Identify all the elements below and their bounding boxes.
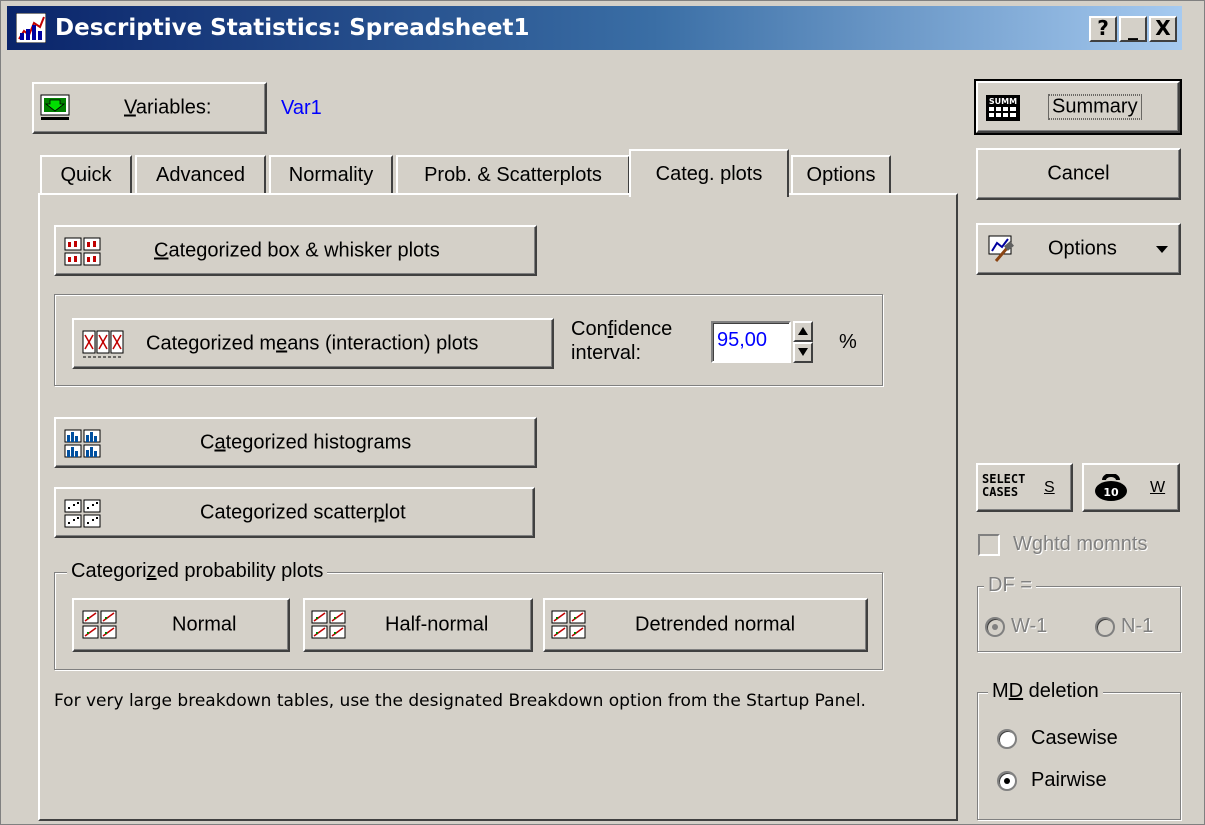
histogram-grid-icon — [64, 429, 101, 458]
confidence-interval-label: Confidence interval: — [571, 318, 673, 364]
means-plot-icon — [82, 330, 124, 358]
minimize-button[interactable]: _ — [1119, 16, 1147, 42]
df-legend: DF = — [984, 574, 1036, 597]
summary-table-icon: SUMM — [986, 95, 1020, 121]
pairwise-label: Pairwise — [1031, 769, 1107, 791]
title-bar[interactable]: Descriptive Statistics: Spreadsheet1 ? _… — [7, 6, 1182, 50]
categorized-histograms-button[interactable]: Categorized histograms — [54, 417, 537, 468]
variables-icon — [40, 94, 70, 120]
weight-key: W — [1150, 478, 1166, 496]
cancel-button-label: Cancel — [1047, 162, 1110, 185]
variables-button-label: Variables: — [124, 96, 212, 119]
md-deletion-legend: MD deletion — [988, 680, 1103, 703]
scatterplot-grid-icon — [64, 499, 101, 528]
normal-plot-label: Normal — [172, 613, 237, 636]
tab-advanced[interactable]: Advanced — [135, 155, 266, 195]
select-cases-icon: SELECT CASES — [982, 472, 1026, 499]
weight-button[interactable]: 10 W — [1082, 463, 1180, 512]
cancel-button[interactable]: Cancel — [976, 148, 1181, 200]
casewise-label: Casewise — [1031, 727, 1118, 749]
probability-grid-icon — [82, 610, 117, 639]
md-deletion-group: MD deletion — [977, 680, 1181, 820]
half-normal-plot-label: Half-normal — [385, 613, 489, 636]
options-menu-button[interactable]: Options — [976, 223, 1181, 275]
options-tools-icon — [988, 235, 1014, 262]
confidence-interval-input[interactable]: 95,00 — [711, 321, 791, 363]
confidence-spinner[interactable] — [793, 321, 813, 365]
percent-label: % — [839, 331, 857, 353]
select-cases-key: S — [1044, 478, 1055, 496]
probability-grid-icon — [311, 610, 346, 639]
categorized-scatterplot-label: Categorized scatterplot — [200, 501, 406, 523]
variables-value: Var1 — [281, 97, 322, 119]
svg-text:SUMM: SUMM — [989, 97, 1017, 106]
dropdown-arrow-icon — [1156, 246, 1168, 253]
breakdown-note: For very large breakdown tables, use the… — [54, 691, 866, 711]
df-n1-radio[interactable] — [1095, 617, 1115, 637]
df-n1-label: N-1 — [1121, 615, 1154, 637]
half-normal-plot-button[interactable]: Half-normal — [303, 598, 533, 652]
spin-up-button[interactable] — [793, 321, 813, 342]
casewise-radio[interactable] — [997, 729, 1017, 749]
arrow-up-icon — [798, 327, 808, 335]
detrended-normal-plot-button[interactable]: Detrended normal — [543, 598, 868, 652]
pairwise-radio[interactable] — [997, 771, 1017, 791]
tab-categ-plots[interactable]: Categ. plots — [629, 149, 789, 197]
df-w1-label: W-1 — [1011, 615, 1048, 637]
window-title: Descriptive Statistics: Spreadsheet1 — [55, 15, 530, 41]
categorized-box-whisker-button[interactable]: Categorized box & whisker plots — [54, 225, 537, 276]
categorized-means-button[interactable]: Categorized means (interaction) plots — [72, 318, 554, 369]
select-cases-button[interactable]: SELECT CASES S — [976, 463, 1073, 512]
weight-icon: 10 — [1095, 474, 1127, 501]
dialog-window: Descriptive Statistics: Spreadsheet1 ? _… — [0, 0, 1205, 825]
box-plot-grid-icon — [64, 237, 101, 266]
normal-plot-button[interactable]: Normal — [72, 598, 290, 652]
arrow-down-icon — [798, 348, 808, 356]
probability-grid-icon — [551, 610, 586, 639]
tab-prob-scatterplots[interactable]: Prob. & Scatterplots — [396, 155, 630, 195]
weighted-moments-checkbox[interactable] — [978, 534, 1000, 556]
categorized-box-whisker-label: Categorized box & whisker plots — [154, 239, 440, 261]
categorized-means-label: Categorized means (interaction) plots — [146, 332, 479, 354]
probability-plots-legend: Categorized probability plots — [67, 560, 328, 583]
categorized-histograms-label: Categorized histograms — [200, 431, 412, 453]
detrended-normal-plot-label: Detrended normal — [635, 613, 796, 636]
variables-button[interactable]: Variables: — [32, 82, 267, 134]
help-button[interactable]: ? — [1089, 16, 1117, 42]
spin-down-button[interactable] — [793, 342, 813, 363]
close-button[interactable]: X — [1149, 16, 1177, 42]
tab-normality[interactable]: Normality — [269, 155, 393, 195]
options-menu-label: Options — [1048, 237, 1117, 260]
svg-text:10: 10 — [1103, 486, 1119, 499]
categorized-scatterplot-button[interactable]: Categorized scatterplot — [54, 487, 535, 538]
weighted-moments-label: Wghtd momnts — [1013, 533, 1148, 555]
statistics-app-icon — [16, 13, 46, 43]
summary-button[interactable]: SUMM Summary — [974, 79, 1182, 135]
tab-options[interactable]: Options — [791, 155, 891, 195]
summary-button-label: Summary — [1048, 94, 1142, 120]
df-w1-radio[interactable] — [985, 617, 1005, 637]
tab-quick[interactable]: Quick — [40, 155, 132, 195]
